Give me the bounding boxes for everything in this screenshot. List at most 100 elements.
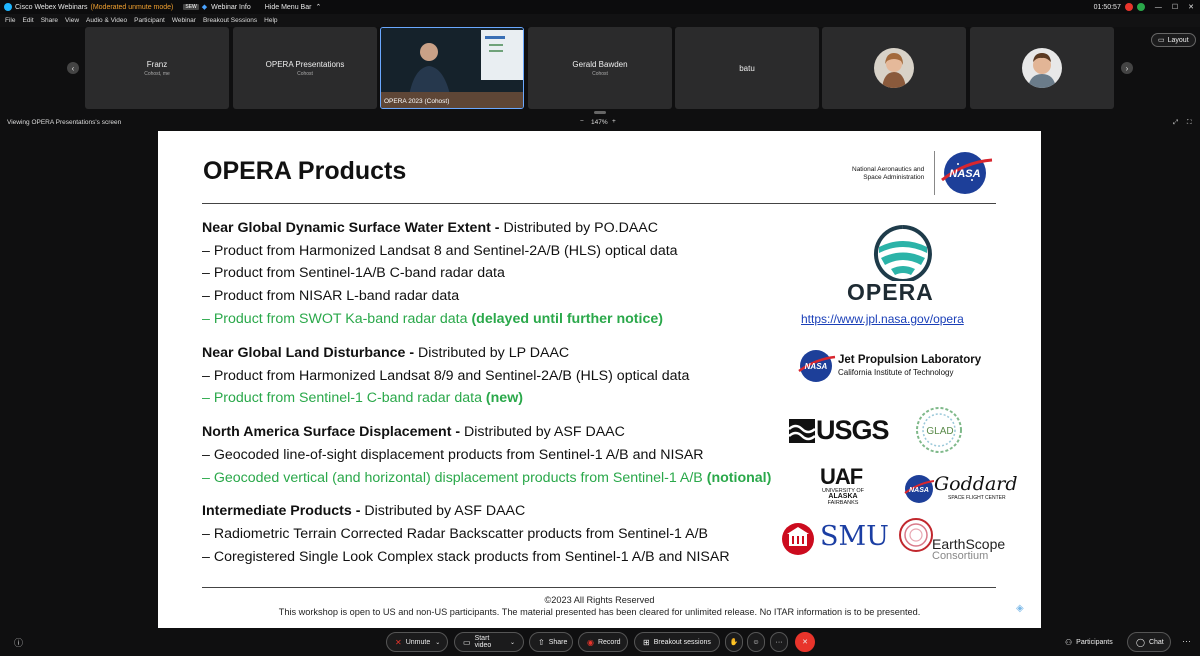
uaf-subtitle: UNIVERSITY OF ALASKA FAIRBANKS xyxy=(818,488,868,506)
sec3-heading: North America Surface Displacement - Dis… xyxy=(202,424,625,440)
record-icon: ◉ xyxy=(587,637,594,647)
avatar xyxy=(874,48,914,88)
badge: SEW xyxy=(183,4,199,10)
share-button[interactable]: ⇧ Share xyxy=(529,632,573,652)
sec1-line3: – Product from NISAR L-band radar data xyxy=(202,288,460,304)
participant-tile[interactable]: Franz Cohost, me xyxy=(85,27,229,109)
uaf-logo-text: UAF xyxy=(820,464,863,489)
resize-handle[interactable] xyxy=(594,111,606,114)
strip-next-button[interactable]: › xyxy=(1121,62,1133,74)
breakout-sessions-button[interactable]: ⊞ Breakout sessions xyxy=(634,632,720,652)
participants-button[interactable]: ⚇ Participants xyxy=(1057,632,1121,652)
participants-icon: ⚇ xyxy=(1065,637,1073,647)
jpl-nasa-icon: NASA xyxy=(798,350,836,382)
sec1-line2: – Product from Sentinel-1A/B C-band rada… xyxy=(202,265,505,281)
webinar-info-button[interactable]: Webinar Info xyxy=(211,4,251,11)
participant-tile[interactable] xyxy=(970,27,1114,109)
record-label: Record xyxy=(597,638,621,646)
jpl-subtitle: California Institute of Technology xyxy=(838,368,954,377)
participants-label: Participants xyxy=(1076,638,1113,646)
fullscreen-icon[interactable]: ⛶ xyxy=(1187,119,1192,127)
jpl-title: Jet Propulsion Laboratory xyxy=(838,354,982,366)
opera-logo-icon xyxy=(873,225,932,281)
chat-button[interactable]: ◯ Chat xyxy=(1127,632,1171,652)
sec1-line1: – Product from Harmonized Landsat 8 and … xyxy=(202,243,678,259)
menu-webinar[interactable]: Webinar xyxy=(172,17,196,24)
sec4-title: Intermediate Products - xyxy=(202,503,361,519)
more-panels-icon[interactable]: ⋯ xyxy=(1182,636,1191,647)
shared-screen-slide: OPERA Products National Aeronautics and … xyxy=(158,131,1041,628)
participant-tile[interactable]: OPERA Presentations Cohost xyxy=(233,27,377,109)
participant-name: Gerald Bawden xyxy=(572,59,628,69)
sec1-title: Near Global Dynamic Surface Water Extent… xyxy=(202,220,500,236)
sec2-heading: Near Global Land Disturbance - Distribut… xyxy=(202,345,569,361)
participant-role: Cohost xyxy=(592,70,608,77)
svg-text:NASA: NASA xyxy=(949,168,980,180)
usgs-logo-text: USGS xyxy=(816,415,890,445)
sec1-heading: Near Global Dynamic Surface Water Extent… xyxy=(202,220,658,236)
record-button[interactable]: ◉ Record xyxy=(578,632,628,652)
menu-edit[interactable]: Edit xyxy=(22,17,33,24)
chevron-down-icon[interactable]: ⌄ xyxy=(435,639,440,646)
share-icon: ⇧ xyxy=(538,637,545,647)
menu-share[interactable]: Share xyxy=(41,17,58,24)
strip-prev-button[interactable]: ‹ xyxy=(67,62,79,74)
zoom-level: 147% xyxy=(591,119,608,126)
menu-breakout-sessions[interactable]: Breakout Sessions xyxy=(203,17,257,24)
uaf-sub3: FAIRBANKS xyxy=(827,500,859,506)
annotate-icon[interactable]: ⤢ xyxy=(1173,119,1178,127)
sec4-heading: Intermediate Products - Distributed by A… xyxy=(202,503,525,519)
smiley-icon: ☺ xyxy=(752,638,760,646)
connection-icon xyxy=(1136,3,1145,11)
sec2-line2-note: (new) xyxy=(485,390,523,406)
menu-file[interactable]: File xyxy=(5,17,15,24)
sec3-line2-text: – Geocoded vertical (and horizontal) dis… xyxy=(202,470,707,486)
meeting-controls: ⓘ ✕ Unmute ⌄ ▭ Start video ⌄ ⇧ Share ◉ R… xyxy=(0,630,1200,656)
info-icon[interactable]: ⓘ xyxy=(14,636,23,649)
zoom-in-button[interactable]: + xyxy=(612,118,616,125)
reactions-button[interactable]: ☺ xyxy=(747,632,765,652)
chat-label: Chat xyxy=(1148,638,1164,646)
avatar xyxy=(1022,48,1062,88)
layout-button[interactable]: ▭ Layout xyxy=(1151,33,1196,47)
opera-url-link[interactable]: https://www.jpl.nasa.gov/opera xyxy=(801,312,964,326)
shield-icon: ◆ xyxy=(201,4,208,11)
participant-name: Franz xyxy=(146,59,168,69)
svg-text:NASA: NASA xyxy=(909,487,929,494)
breakout-icon: ⊞ xyxy=(643,637,650,647)
minimize-icon[interactable]: — xyxy=(1155,4,1162,11)
viewing-label: Viewing OPERA Presentations's screen xyxy=(7,119,122,126)
chevron-down-icon[interactable]: ⌄ xyxy=(510,639,515,646)
participant-tile-active[interactable]: OPERA 2023 (Cohost) xyxy=(380,27,524,109)
layout-icon: ▭ xyxy=(1158,37,1165,44)
leave-button[interactable]: ✕ xyxy=(795,632,815,652)
menu-view[interactable]: View xyxy=(65,17,79,24)
footer-rule xyxy=(202,587,996,588)
smu-seal-icon xyxy=(782,523,814,555)
start-video-button[interactable]: ▭ Start video ⌄ xyxy=(454,632,524,652)
app-title: Cisco Webex Webinars xyxy=(15,3,88,11)
unmute-button[interactable]: ✕ Unmute ⌄ xyxy=(386,632,448,652)
participant-tile[interactable]: batu xyxy=(675,27,819,109)
title-bar: Cisco Webex Webinars (Moderated unmute m… xyxy=(0,0,1200,14)
participant-tile[interactable] xyxy=(822,27,966,109)
breakout-label: Breakout sessions xyxy=(653,638,711,646)
start-video-label: Start video xyxy=(474,635,492,649)
close-icon[interactable]: ✕ xyxy=(1188,3,1194,11)
video-icon: ▭ xyxy=(463,637,471,647)
earthscope-icon xyxy=(899,518,933,552)
menu-audio-video[interactable]: Audio & Video xyxy=(86,17,127,24)
raise-hand-button[interactable]: ✋ xyxy=(725,632,743,652)
maximize-icon[interactable]: ☐ xyxy=(1172,3,1178,11)
hide-menu-bar-button[interactable]: Hide Menu Bar xyxy=(265,4,312,11)
zoom-out-button[interactable]: − xyxy=(580,118,584,125)
opera-logo-text: OPERA xyxy=(847,279,934,305)
recording-icon xyxy=(1124,3,1133,11)
menu-participant[interactable]: Participant xyxy=(134,17,165,24)
svg-text:NASA: NASA xyxy=(805,362,828,371)
chevron-up-icon[interactable]: ⌃ xyxy=(315,3,321,11)
more-options-button[interactable]: ··· xyxy=(770,632,788,652)
menu-bar: File Edit Share View Audio & Video Parti… xyxy=(0,14,1200,27)
menu-help[interactable]: Help xyxy=(264,17,277,24)
participant-tile[interactable]: Gerald Bawden Cohost xyxy=(528,27,672,109)
